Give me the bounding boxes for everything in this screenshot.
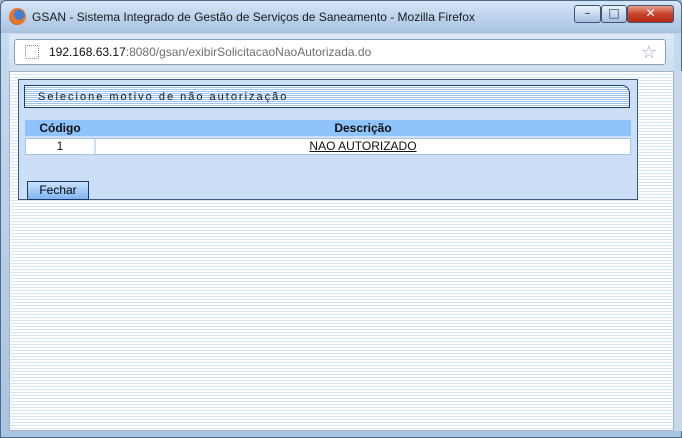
column-header-code: Código (39, 121, 81, 135)
panel-header: Selecione motivo de não autorização (24, 85, 630, 108)
firefox-icon (9, 8, 26, 25)
bookmark-star-icon[interactable]: ☆ (641, 42, 657, 63)
site-identity-icon[interactable] (25, 45, 39, 59)
close-window-button[interactable]: ✕ (627, 5, 674, 23)
column-header-description: Descrição (334, 121, 392, 135)
url-host: 192.168.63.17 (49, 45, 126, 59)
url-text[interactable]: 192.168.63.17:8080/gsan/exibirSolicitaca… (49, 45, 371, 59)
selection-panel: Selecione motivo de não autorização Códi… (18, 79, 638, 200)
reason-link[interactable]: NAO AUTORIZADO (96, 139, 630, 154)
navigation-toolbar: 192.168.63.17:8080/gsan/exibirSolicitaca… (9, 34, 674, 71)
table-header: Código Descrição (25, 120, 631, 136)
window-title: GSAN - Sistema Integrado de Gestão de Se… (32, 10, 475, 24)
minimize-button[interactable]: – (574, 5, 601, 23)
table-row: 1 NAO AUTORIZADO (25, 138, 631, 155)
cell-code: 1 (26, 139, 96, 154)
title-bar[interactable]: GSAN - Sistema Integrado de Gestão de Se… (1, 1, 681, 33)
fechar-button[interactable]: Fechar (27, 181, 89, 200)
right-frame-edge (674, 71, 682, 431)
address-bar[interactable]: 192.168.63.17:8080/gsan/exibirSolicitaca… (14, 39, 666, 65)
maximize-button[interactable]: □ (601, 5, 627, 23)
panel-title: Selecione motivo de não autorização (38, 91, 289, 103)
page-content: Selecione motivo de não autorização Códi… (9, 71, 674, 431)
browser-window: GSAN - Sistema Integrado de Gestão de Se… (0, 0, 682, 438)
reasons-table: Código Descrição 1 NAO AUTORIZADO (25, 120, 631, 155)
url-path: :8080/gsan/exibirSolicitacaoNaoAutorizad… (125, 45, 372, 59)
